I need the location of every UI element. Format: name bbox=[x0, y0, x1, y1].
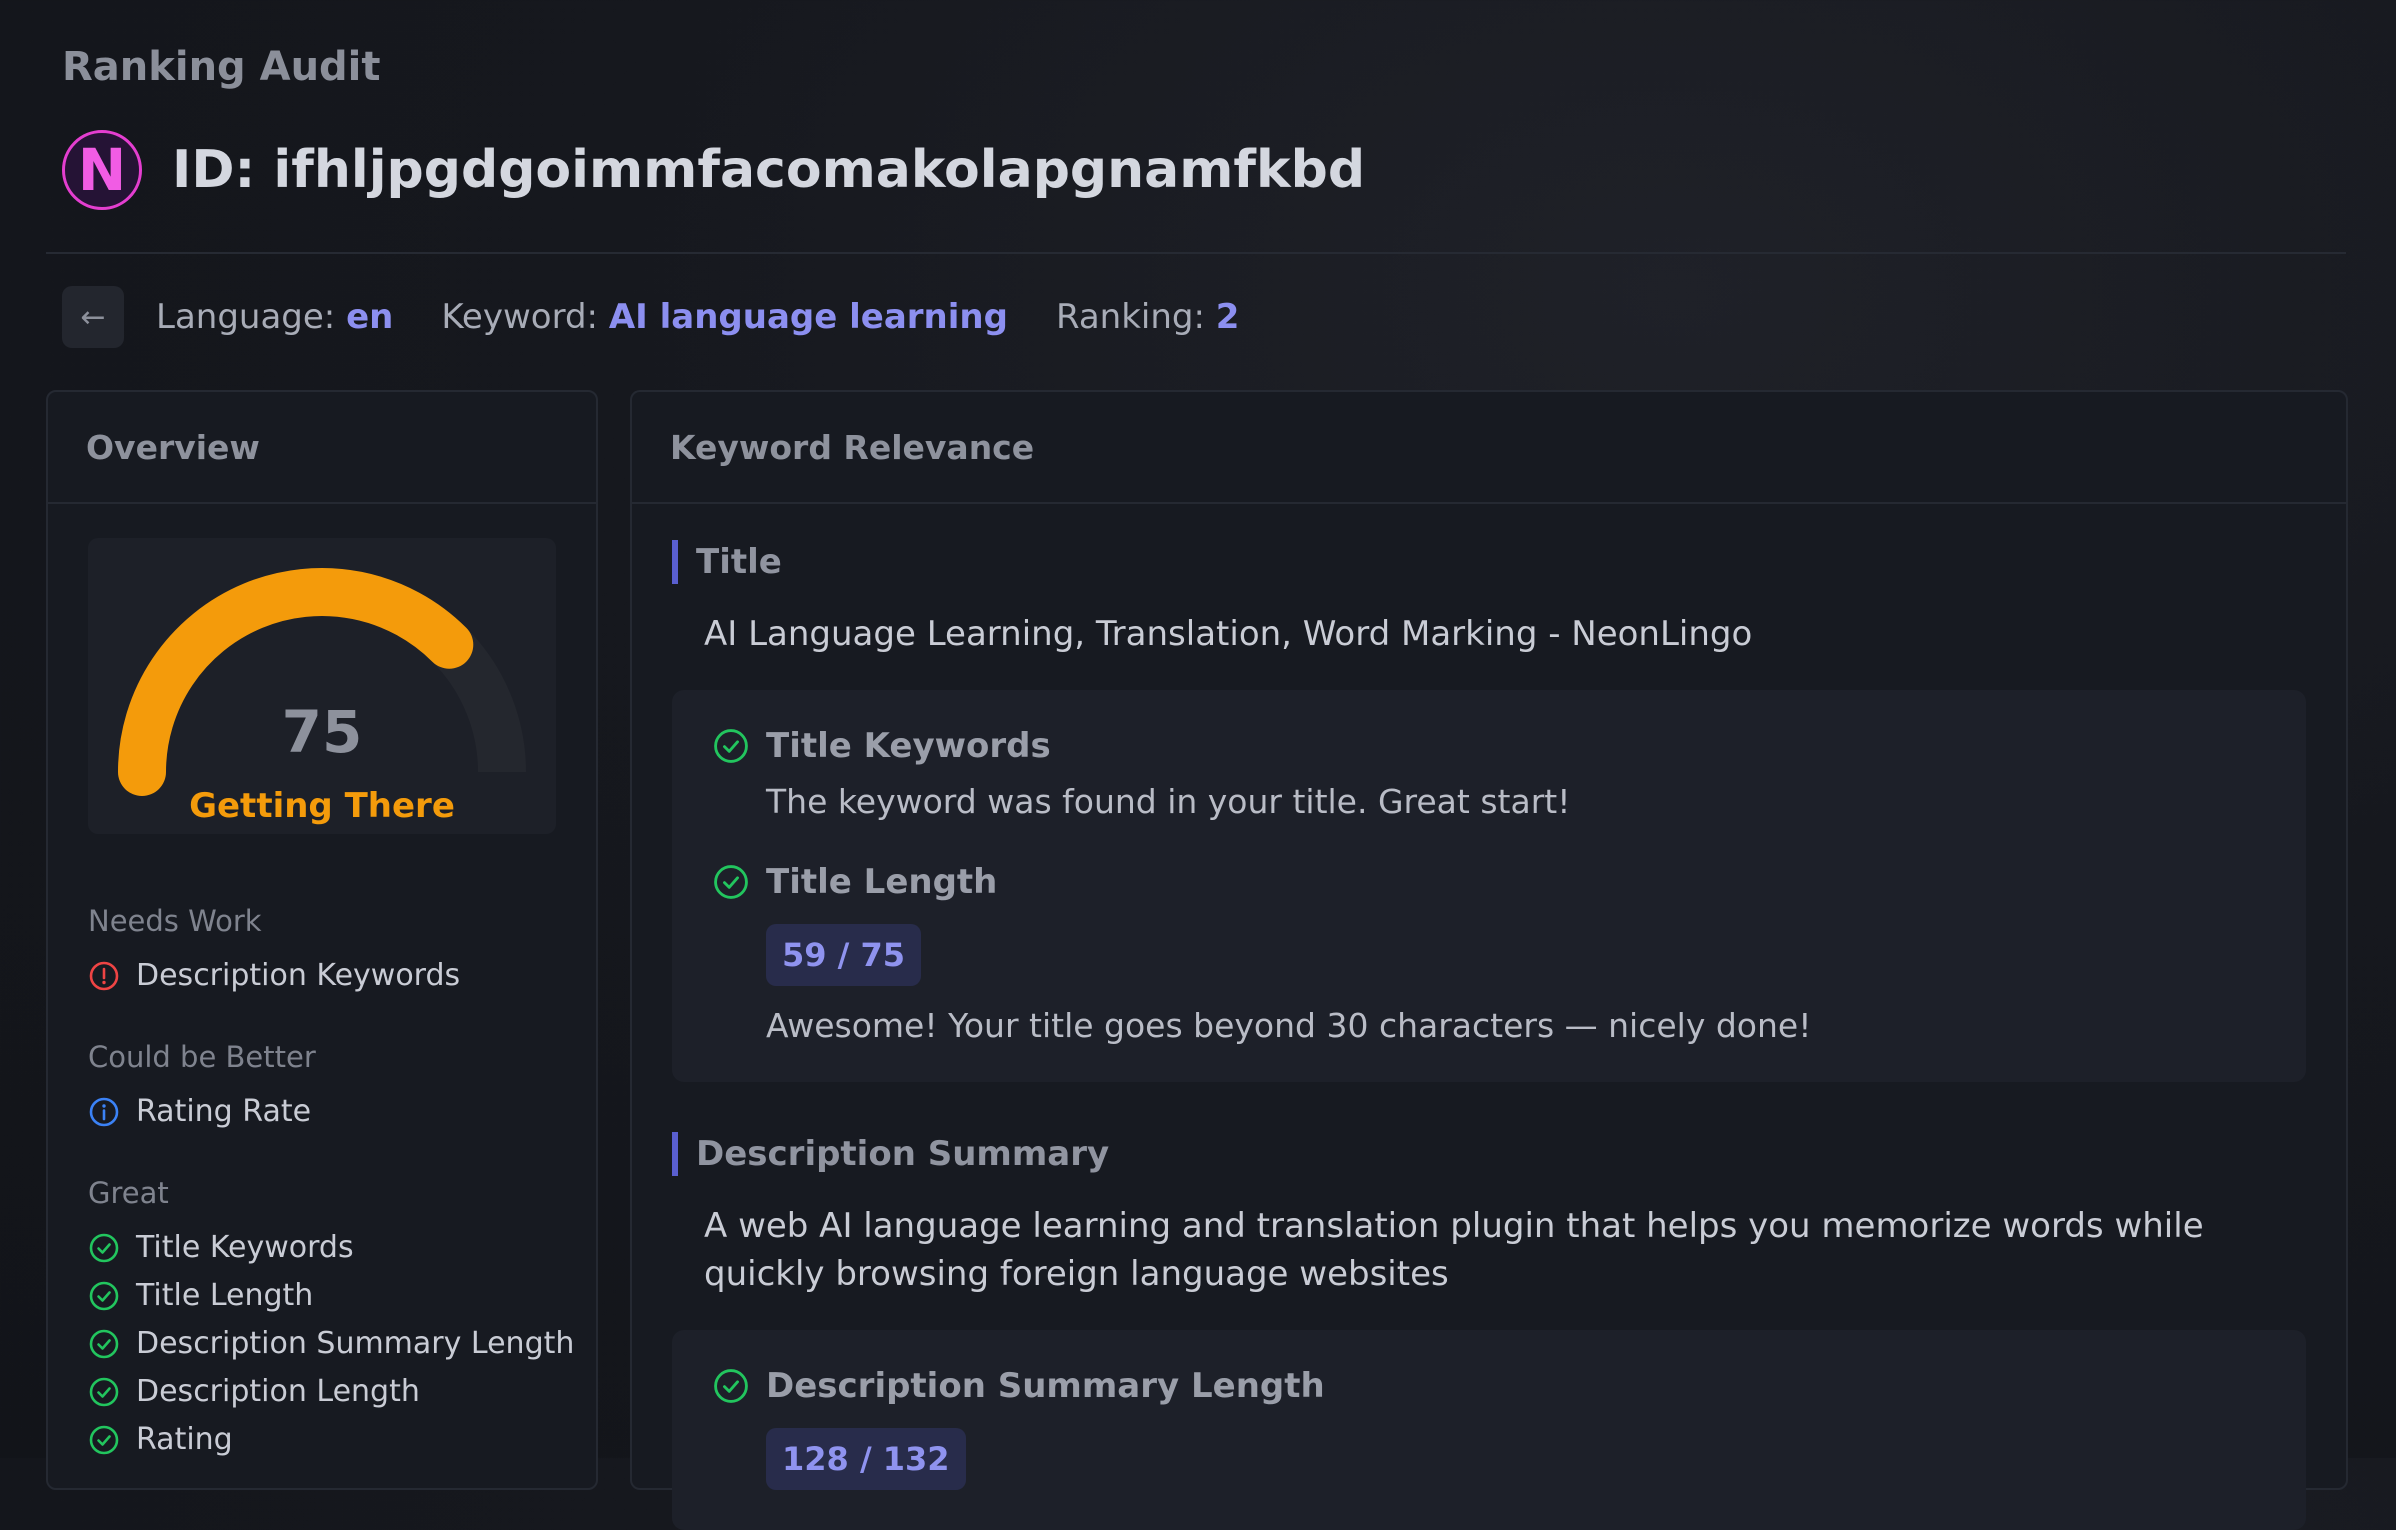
check-circle-icon bbox=[89, 1233, 119, 1262]
check-circle-icon bbox=[89, 1377, 119, 1406]
gauge-score: 75 bbox=[281, 698, 363, 766]
score-gauge: 75 Getting There bbox=[88, 538, 556, 834]
meta-keyword: Keyword: AI language learning bbox=[441, 297, 1008, 337]
alert-circle-icon bbox=[89, 961, 119, 990]
great-item[interactable]: Description Length bbox=[88, 1374, 420, 1409]
check-circle-icon bbox=[714, 729, 748, 763]
meta-ranking: Ranking: 2 bbox=[1056, 297, 1239, 337]
title-section-heading: Title bbox=[672, 540, 782, 584]
relevance-heading: Keyword Relevance bbox=[632, 392, 2346, 504]
summary-section-heading: Description Summary bbox=[672, 1132, 1109, 1176]
ranking-value: 2 bbox=[1215, 297, 1240, 337]
back-button[interactable]: ← bbox=[62, 286, 124, 348]
title-length-check: Title Length bbox=[712, 862, 997, 902]
needs-work-title: Needs Work bbox=[88, 904, 262, 938]
title-length-desc: Awesome! Your title goes beyond 30 chara… bbox=[766, 1006, 1812, 1045]
needs-work-label: Description Keywords bbox=[136, 958, 461, 993]
check-circle-icon bbox=[714, 1369, 748, 1403]
page-label: Ranking Audit bbox=[62, 44, 381, 90]
needs-work-item[interactable]: Description Keywords bbox=[88, 958, 460, 993]
meta-row: ← Language: en Keyword: AI language lear… bbox=[62, 286, 1287, 348]
great-item[interactable]: Rating bbox=[88, 1422, 233, 1457]
summary-length-check: Description Summary Length bbox=[712, 1366, 1325, 1406]
page-title: ID: ifhljpgdgoimmfacomakolapgnamfkbd bbox=[172, 140, 1366, 200]
check-circle-icon bbox=[714, 865, 748, 899]
great-item[interactable]: Title Keywords bbox=[88, 1230, 354, 1265]
header: N ID: ifhljpgdgoimmfacomakolapgnamfkbd bbox=[62, 130, 1365, 210]
check-circle-icon bbox=[89, 1329, 119, 1358]
title-length-label: Title Length bbox=[766, 862, 998, 902]
meta-language: Language: en bbox=[156, 297, 393, 337]
overview-heading: Overview bbox=[48, 392, 596, 504]
keyword-label: Keyword: bbox=[441, 297, 598, 337]
could-be-better-title: Could be Better bbox=[88, 1040, 316, 1074]
arrow-left-icon: ← bbox=[80, 299, 106, 335]
could-be-better-label: Rating Rate bbox=[136, 1094, 312, 1129]
great-item-label: Description Length bbox=[136, 1374, 420, 1409]
gauge-status: Getting There bbox=[189, 786, 455, 826]
great-item[interactable]: Description Summary Length bbox=[88, 1326, 574, 1361]
overview-panel: Overview 75 Getting There Needs Work Des… bbox=[46, 390, 598, 1490]
keyword-value: AI language learning bbox=[608, 297, 1008, 337]
great-title: Great bbox=[88, 1176, 169, 1210]
title-checks-card: Title Keywords The keyword was found in … bbox=[672, 690, 2306, 1082]
language-value: en bbox=[346, 297, 394, 337]
great-item-label: Title Length bbox=[136, 1278, 314, 1313]
summary-checks-card: Description Summary Length 128 / 132 bbox=[672, 1330, 2306, 1530]
check-circle-icon bbox=[89, 1425, 119, 1454]
summary-length-label: Description Summary Length bbox=[766, 1366, 1325, 1406]
title-keywords-desc: The keyword was found in your title. Gre… bbox=[766, 782, 1571, 821]
title-length-badge: 59 / 75 bbox=[766, 924, 922, 986]
could-be-better-item[interactable]: Rating Rate bbox=[88, 1094, 311, 1129]
summary-text: A web AI language learning and translati… bbox=[704, 1206, 2204, 1294]
info-circle-icon bbox=[89, 1097, 119, 1126]
great-item[interactable]: Title Length bbox=[88, 1278, 313, 1313]
logo-letter: N bbox=[77, 136, 127, 204]
great-item-label: Description Summary Length bbox=[136, 1326, 575, 1361]
great-item-label: Title Keywords bbox=[136, 1230, 354, 1265]
title-text: AI Language Learning, Translation, Word … bbox=[704, 614, 1753, 654]
ranking-label: Ranking: bbox=[1055, 297, 1205, 337]
language-label: Language: bbox=[156, 297, 336, 337]
keyword-relevance-panel: Keyword Relevance Title AI Language Lear… bbox=[630, 390, 2348, 1530]
title-keywords-check: Title Keywords bbox=[712, 726, 1051, 766]
title-keywords-label: Title Keywords bbox=[766, 726, 1051, 766]
header-divider bbox=[46, 252, 2346, 254]
summary-length-badge: 128 / 132 bbox=[766, 1428, 966, 1490]
check-circle-icon bbox=[89, 1281, 119, 1310]
app-logo: N bbox=[62, 130, 142, 210]
great-item-label: Rating bbox=[136, 1422, 233, 1457]
